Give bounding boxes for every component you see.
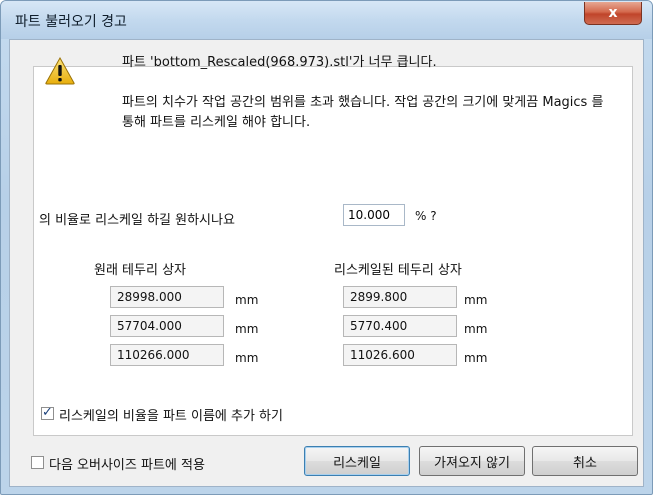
unit-label: mm	[464, 322, 488, 336]
warning-message-title: 파트 'bottom_Rescaled(968.973).stl'가 너무 큽니…	[122, 55, 437, 70]
unit-label: mm	[235, 351, 259, 365]
add-ratio-label[interactable]: 리스케일의 비율을 파트 이름에 추가 하기	[59, 405, 283, 424]
close-icon: x	[608, 5, 618, 21]
unit-label: mm	[235, 293, 259, 307]
dont-import-button[interactable]: 가져오지 않기	[419, 446, 525, 476]
original-z-value: 110266.000	[110, 344, 224, 366]
unit-label: mm	[235, 322, 259, 336]
window-title: 파트 불러오기 경고	[15, 14, 127, 30]
add-ratio-checkbox[interactable]	[41, 405, 54, 420]
rescaled-box-title: 리스케일된 테두리 상자	[334, 263, 462, 278]
original-box-title: 원래 테두리 상자	[94, 263, 186, 278]
warning-triangle-icon	[45, 57, 75, 85]
original-y-value: 57704.000	[110, 315, 224, 337]
rescaled-z-value: 11026.600	[343, 344, 457, 366]
cancel-button[interactable]: 취소	[532, 446, 638, 476]
original-x-value: 28998.000	[110, 286, 224, 308]
dialog-window: 파트 불러오기 경고 x 파트 'bottom_Rescaled(968.973…	[0, 0, 653, 495]
title-bar[interactable]: 파트 불러오기 경고 x	[1, 1, 652, 39]
rescaled-x-value: 2899.800	[343, 286, 457, 308]
unit-label: mm	[464, 293, 488, 307]
scale-percent-input[interactable]	[343, 204, 405, 226]
rescale-button[interactable]: 리스케일	[304, 446, 410, 476]
unit-label: mm	[464, 351, 488, 365]
scale-suffix: % ?	[415, 209, 437, 223]
rescaled-y-value: 5770.400	[343, 315, 457, 337]
apply-to-next-label[interactable]: 다음 오버사이즈 파트에 적용	[49, 454, 205, 473]
scale-label: 의 비율로 리스케일 하길 원하시나요	[39, 213, 235, 228]
warning-message-detail: 파트의 치수가 작업 공간의 범위를 초과 했습니다. 작업 공간의 크기에 맞…	[122, 95, 604, 130]
apply-to-next-checkbox[interactable]	[31, 456, 44, 469]
close-button[interactable]: x	[584, 2, 642, 25]
